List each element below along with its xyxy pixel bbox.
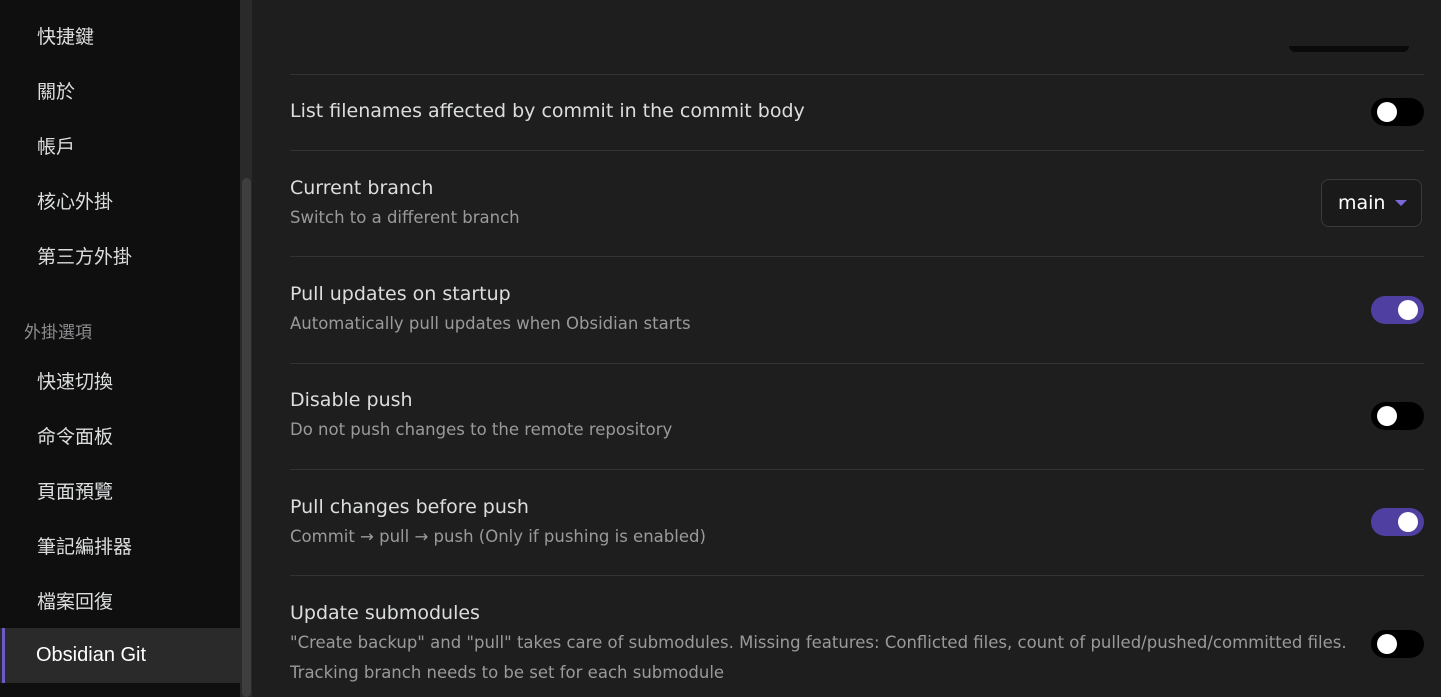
setting-divider	[290, 150, 1424, 151]
setting-divider	[290, 363, 1424, 364]
sidebar-section-heading: 外掛選項	[24, 323, 92, 343]
sidebar-item-about[interactable]: 關於	[0, 64, 240, 116]
toggle-knob	[1377, 634, 1397, 654]
sidebar-item-label: 核心外掛	[37, 190, 114, 213]
toggle-pull-before-push[interactable]	[1371, 508, 1424, 536]
sidebar-scrollbar-thumb[interactable]	[242, 178, 251, 697]
sidebar-item-label: 命令面板	[37, 425, 114, 448]
sidebar-item-label: 帳戶	[37, 135, 76, 158]
sidebar-item-file-recovery[interactable]: 檔案回復	[0, 574, 240, 626]
setting-divider	[290, 469, 1424, 470]
setting-divider	[290, 256, 1424, 257]
setting-name-update-submodules: Update submodules	[290, 602, 480, 624]
toggle-knob	[1398, 300, 1418, 320]
setting-desc-pull-before-push: Commit → pull → push (Only if pushing is…	[290, 527, 706, 546]
sidebar-item-label: 關於	[37, 80, 76, 103]
settings-content: List filenames affected by commit in the…	[252, 0, 1441, 697]
branch-dropdown[interactable]: main	[1321, 179, 1422, 227]
toggle-knob	[1377, 102, 1397, 122]
sidebar-item-label: 快捷鍵	[37, 25, 95, 48]
sidebar-item-quick-switcher[interactable]: 快速切換	[0, 354, 240, 406]
toggle-disable-push[interactable]	[1371, 402, 1424, 430]
setting-name-pull-on-startup: Pull updates on startup	[290, 283, 511, 305]
toggle-list-filenames[interactable]	[1371, 98, 1424, 126]
setting-name-pull-before-push: Pull changes before push	[290, 496, 529, 518]
previous-setting-control[interactable]	[1289, 46, 1409, 52]
setting-divider	[290, 575, 1424, 576]
sidebar-item-obsidian-git[interactable]: Obsidian Git	[0, 628, 240, 683]
branch-dropdown-value: main	[1338, 192, 1386, 214]
setting-name-disable-push: Disable push	[290, 389, 413, 411]
chevron-down-icon	[1395, 200, 1407, 206]
toggle-knob	[1377, 406, 1397, 426]
setting-desc-disable-push: Do not push changes to the remote reposi…	[290, 420, 673, 439]
sidebar-item-account[interactable]: 帳戶	[0, 119, 240, 171]
sidebar-item-community-plugins[interactable]: 第三方外掛	[0, 229, 240, 281]
setting-name-current-branch: Current branch	[290, 177, 434, 199]
sidebar-item-core-plugins[interactable]: 核心外掛	[0, 174, 240, 226]
sidebar-item-label: 快速切換	[37, 370, 114, 393]
toggle-pull-on-startup[interactable]	[1371, 296, 1424, 324]
toggle-update-submodules[interactable]	[1371, 630, 1424, 658]
setting-desc-pull-on-startup: Automatically pull updates when Obsidian…	[290, 314, 691, 333]
sidebar-item-label: 頁面預覽	[37, 480, 114, 503]
settings-sidebar: 快捷鍵 關於 帳戶 核心外掛 第三方外掛 外掛選項 快速切換 命令面板 頁面預覽…	[0, 0, 240, 697]
sidebar-item-hotkeys[interactable]: 快捷鍵	[0, 9, 240, 61]
setting-desc-update-submodules: "Create backup" and "pull" takes care of…	[290, 633, 1347, 682]
setting-desc-current-branch: Switch to a different branch	[290, 208, 520, 227]
sidebar-item-label: 筆記編排器	[37, 535, 133, 558]
sidebar-item-label: 檔案回復	[37, 590, 114, 613]
sidebar-item-page-preview[interactable]: 頁面預覽	[0, 464, 240, 516]
toggle-knob	[1398, 512, 1418, 532]
setting-divider	[290, 74, 1424, 75]
sidebar-item-label: Obsidian Git	[36, 644, 147, 666]
sidebar-item-note-composer[interactable]: 筆記編排器	[0, 519, 240, 571]
setting-name-list-filenames: List filenames affected by commit in the…	[290, 100, 805, 122]
sidebar-item-command-palette[interactable]: 命令面板	[0, 409, 240, 461]
sidebar-item-label: 第三方外掛	[37, 245, 133, 268]
